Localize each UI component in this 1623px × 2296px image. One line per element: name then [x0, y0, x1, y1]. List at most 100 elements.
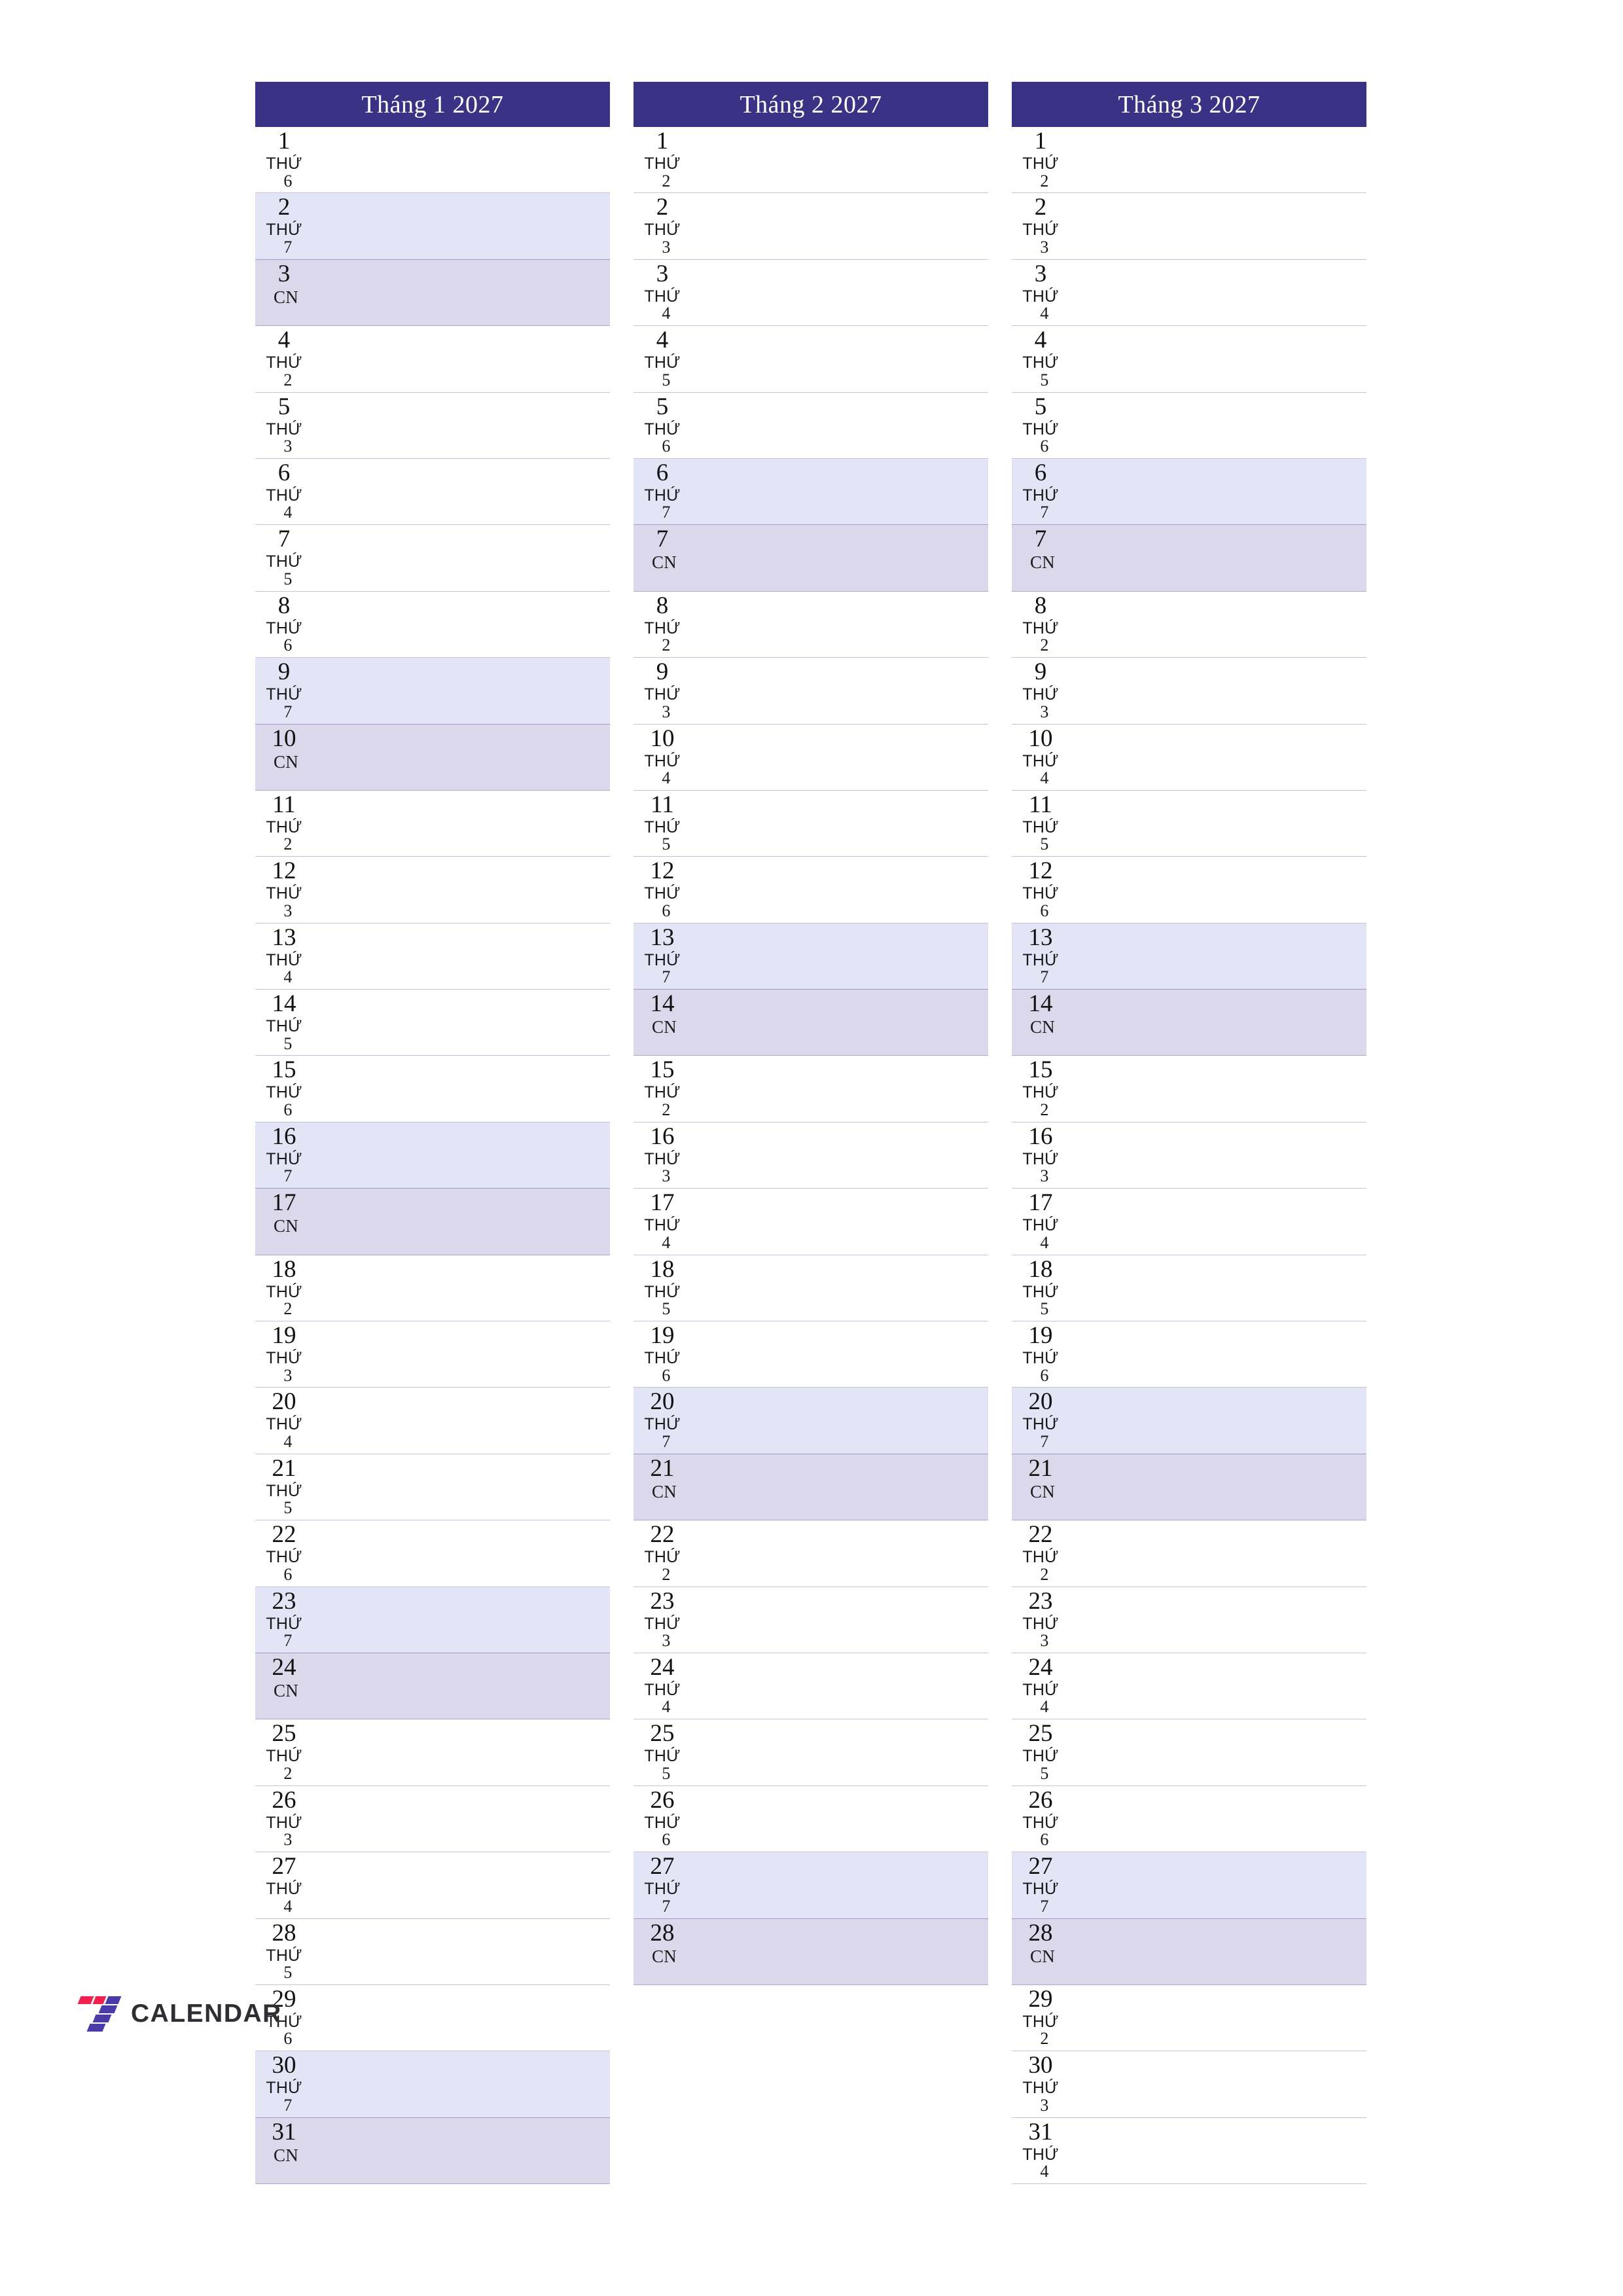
day-row[interactable]: 1 THỨ 6 — [255, 127, 610, 194]
day-row[interactable]: 10 CN — [255, 724, 610, 791]
day-row[interactable]: 6 THỨ 4 — [255, 458, 610, 526]
day-row[interactable]: 3 CN — [255, 259, 610, 327]
day-row[interactable]: 12 THỨ 3 — [255, 857, 610, 924]
day-row[interactable]: 11 THỨ 5 — [1012, 790, 1366, 857]
day-row[interactable]: 24 CN — [255, 1653, 610, 1720]
weekday-word: THỨ — [644, 884, 681, 903]
day-row[interactable]: 7 THỨ 5 — [255, 525, 610, 592]
day-row[interactable]: 5 THỨ 3 — [255, 392, 610, 459]
day-row[interactable]: 22 THỨ 6 — [255, 1520, 610, 1587]
day-row[interactable]: 13 THỨ 4 — [255, 923, 610, 990]
day-row[interactable]: 12 THỨ 6 — [1012, 857, 1366, 924]
day-row[interactable]: 23 THỨ 7 — [255, 1587, 610, 1653]
day-row[interactable]: 27 THỨ 4 — [255, 1852, 610, 1919]
day-row[interactable]: 16 THỨ 3 — [1012, 1122, 1366, 1189]
day-row[interactable]: 22 THỨ 2 — [1012, 1520, 1366, 1587]
day-row[interactable]: 23 THỨ 3 — [633, 1587, 988, 1653]
day-row[interactable]: 30 THỨ 7 — [255, 2051, 610, 2118]
day-row[interactable]: 6 THỨ 7 — [1012, 458, 1366, 526]
day-number: 8 — [656, 592, 669, 619]
day-row[interactable]: 31 THỨ 4 — [1012, 2117, 1366, 2185]
brand-logo: CALENDAR — [77, 1995, 282, 2032]
day-row[interactable]: 2 THỨ 7 — [255, 193, 610, 260]
weekday-label: THỨ 6 — [1012, 886, 1069, 920]
day-row[interactable]: 24 THỨ 4 — [633, 1653, 988, 1720]
weekday-label: THỨ 5 — [633, 819, 691, 853]
day-row[interactable]: 3 THỨ 4 — [633, 259, 988, 327]
day-row[interactable]: 20 THỨ 7 — [633, 1388, 988, 1454]
day-row[interactable]: 19 THỨ 6 — [633, 1321, 988, 1388]
day-row[interactable]: 4 THỨ 5 — [1012, 326, 1366, 393]
day-row[interactable]: 17 THỨ 4 — [633, 1189, 988, 1255]
day-row[interactable]: 15 THỨ 6 — [255, 1056, 610, 1122]
day-row[interactable]: 29 THỨ 6 — [255, 1984, 610, 2052]
day-row[interactable]: 25 THỨ 5 — [1012, 1719, 1366, 1786]
day-row[interactable]: 8 THỨ 2 — [1012, 591, 1366, 658]
weekday-label: CN — [255, 1217, 313, 1236]
day-row[interactable]: 18 THỨ 5 — [633, 1255, 988, 1322]
weekday-label: THỨ 7 — [1012, 1881, 1069, 1915]
day-row[interactable]: 1 THỨ 2 — [633, 127, 988, 194]
day-row[interactable]: 11 THỨ 5 — [633, 790, 988, 857]
day-row[interactable]: 2 THỨ 3 — [633, 193, 988, 260]
day-row[interactable]: 16 THỨ 3 — [633, 1122, 988, 1189]
day-row[interactable]: 28 CN — [633, 1918, 988, 1985]
day-row[interactable]: 7 CN — [1012, 525, 1366, 592]
day-row[interactable]: 10 THỨ 4 — [1012, 724, 1366, 791]
day-row[interactable]: 3 THỨ 4 — [1012, 259, 1366, 327]
day-row[interactable]: 20 THỨ 4 — [255, 1388, 610, 1454]
day-row[interactable]: 8 THỨ 2 — [633, 591, 988, 658]
day-row[interactable]: 4 THỨ 2 — [255, 326, 610, 393]
day-row[interactable]: 27 THỨ 7 — [1012, 1852, 1366, 1919]
day-row[interactable]: 7 CN — [633, 525, 988, 592]
day-row[interactable]: 17 THỨ 4 — [1012, 1189, 1366, 1255]
day-row[interactable]: 11 THỨ 2 — [255, 790, 610, 857]
day-number: 27 — [650, 1853, 675, 1880]
day-row[interactable]: 17 CN — [255, 1189, 610, 1255]
day-row[interactable]: 6 THỨ 7 — [633, 458, 988, 526]
weekday-label: THỨ 5 — [1012, 1748, 1069, 1782]
day-row[interactable]: 12 THỨ 6 — [633, 857, 988, 924]
day-row[interactable]: 20 THỨ 7 — [1012, 1388, 1366, 1454]
day-row[interactable]: 28 CN — [1012, 1918, 1366, 1985]
day-row[interactable]: 19 THỨ 6 — [1012, 1321, 1366, 1388]
day-row[interactable]: 24 THỨ 4 — [1012, 1653, 1366, 1720]
day-row[interactable]: 19 THỨ 3 — [255, 1321, 610, 1388]
day-row[interactable]: 15 THỨ 2 — [633, 1056, 988, 1122]
day-row[interactable]: 2 THỨ 3 — [1012, 193, 1366, 260]
day-row[interactable]: 25 THỨ 5 — [633, 1719, 988, 1786]
day-row[interactable]: 23 THỨ 3 — [1012, 1587, 1366, 1653]
weekday-number: 2 — [1040, 2029, 1049, 2049]
day-row[interactable]: 26 THỨ 3 — [255, 1785, 610, 1853]
day-row[interactable]: 15 THỨ 2 — [1012, 1056, 1366, 1122]
day-row[interactable]: 9 THỨ 3 — [633, 658, 988, 725]
day-row[interactable]: 10 THỨ 4 — [633, 724, 988, 791]
day-row[interactable]: 26 THỨ 6 — [1012, 1785, 1366, 1853]
day-row[interactable]: 16 THỨ 7 — [255, 1122, 610, 1189]
day-row[interactable]: 22 THỨ 2 — [633, 1520, 988, 1587]
day-row[interactable]: 4 THỨ 5 — [633, 326, 988, 393]
day-row[interactable]: 13 THỨ 7 — [633, 923, 988, 990]
day-row[interactable]: 14 CN — [633, 990, 988, 1056]
day-row[interactable]: 8 THỨ 6 — [255, 591, 610, 658]
day-row[interactable]: 18 THỨ 5 — [1012, 1255, 1366, 1322]
day-row[interactable]: 21 THỨ 5 — [255, 1454, 610, 1521]
day-row[interactable]: 5 THỨ 6 — [633, 392, 988, 459]
day-row[interactable]: 14 CN — [1012, 990, 1366, 1056]
day-row[interactable]: 18 THỨ 2 — [255, 1255, 610, 1322]
day-row[interactable]: 28 THỨ 5 — [255, 1918, 610, 1985]
day-row[interactable]: 21 CN — [1012, 1454, 1366, 1521]
day-row[interactable]: 13 THỨ 7 — [1012, 923, 1366, 990]
day-row[interactable]: 9 THỨ 3 — [1012, 658, 1366, 725]
day-row[interactable]: 26 THỨ 6 — [633, 1785, 988, 1853]
day-row[interactable]: 21 CN — [633, 1454, 988, 1521]
day-row[interactable]: 25 THỨ 2 — [255, 1719, 610, 1786]
day-row[interactable]: 9 THỨ 7 — [255, 658, 610, 725]
day-row[interactable]: 1 THỨ 2 — [1012, 127, 1366, 194]
day-row[interactable]: 5 THỨ 6 — [1012, 392, 1366, 459]
day-row[interactable]: 29 THỨ 2 — [1012, 1984, 1366, 2052]
day-row[interactable]: 31 CN — [255, 2117, 610, 2185]
day-row[interactable]: 30 THỨ 3 — [1012, 2051, 1366, 2118]
day-row[interactable]: 27 THỨ 7 — [633, 1852, 988, 1919]
day-row[interactable]: 14 THỨ 5 — [255, 990, 610, 1056]
